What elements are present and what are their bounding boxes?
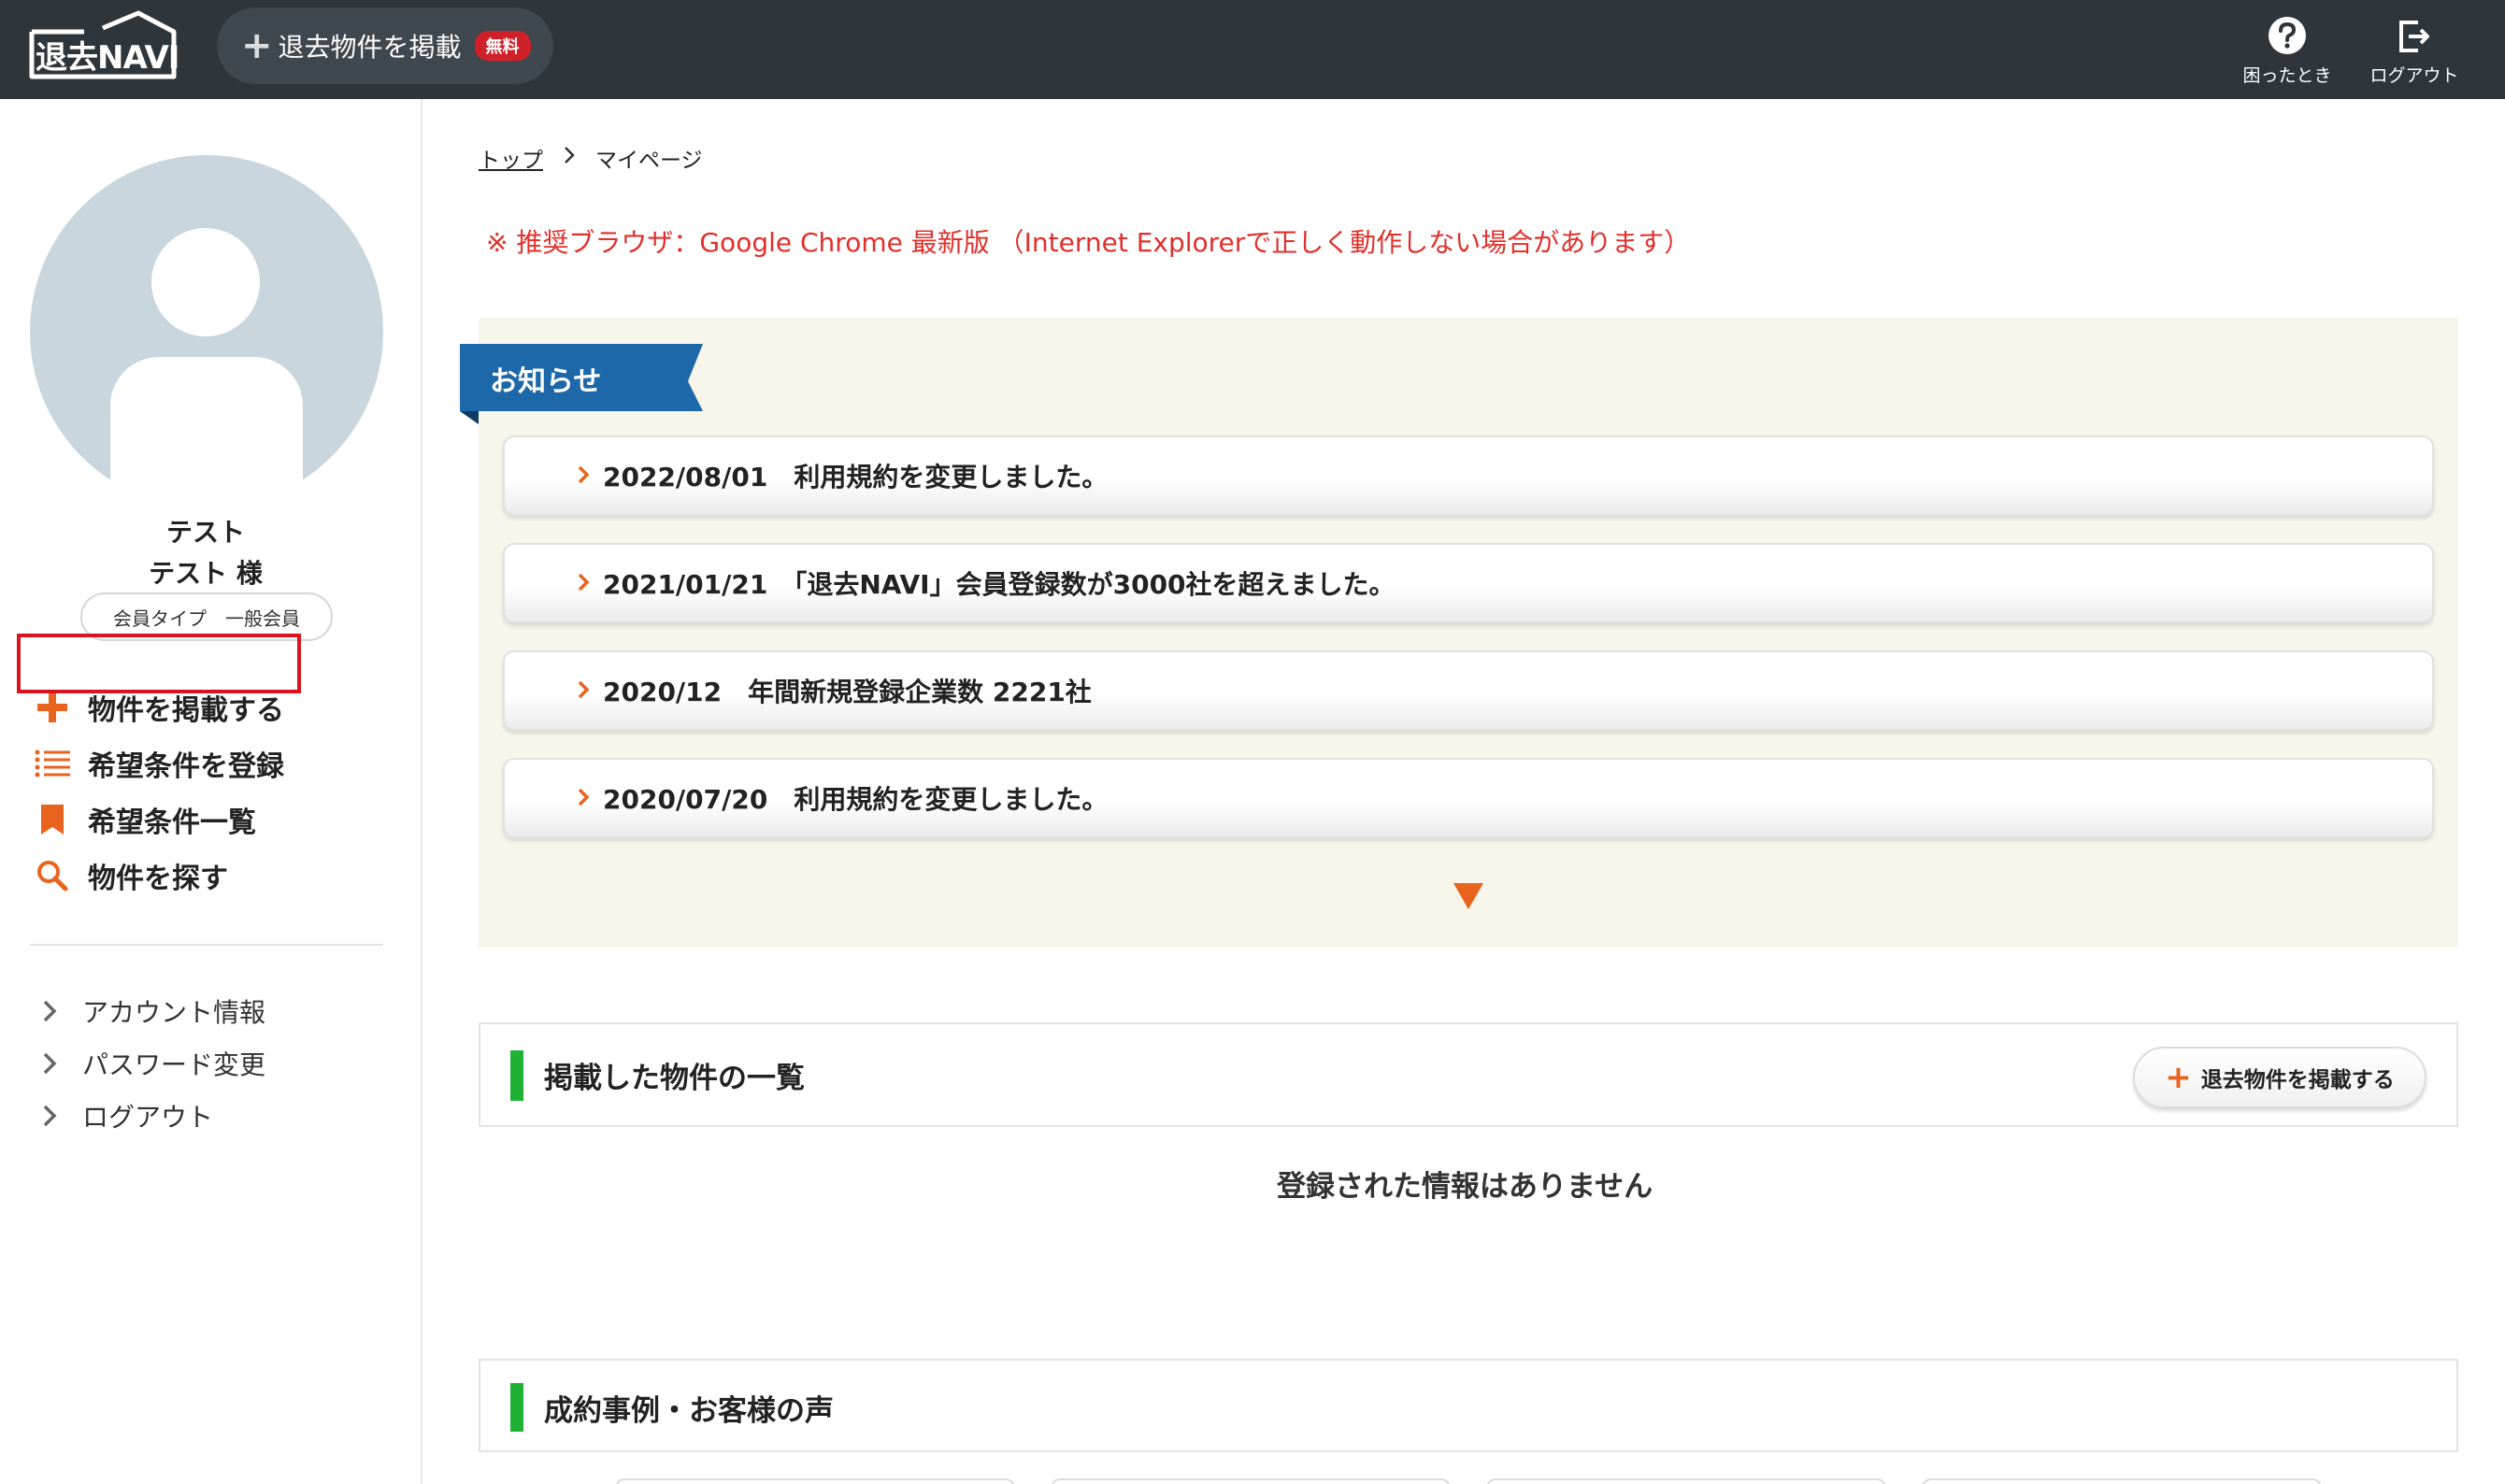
sidebar-divider: [30, 944, 383, 946]
help-button[interactable]: 困ったとき: [2231, 9, 2343, 90]
user-name-line1: テスト: [165, 517, 245, 548]
logout-label: ログアウト: [2369, 65, 2459, 86]
news-item[interactable]: 2020/07/20 利用規約を変更しました。: [503, 758, 2434, 838]
site-logo[interactable]: 退去NAVI: [28, 9, 181, 82]
news-title: お知らせ: [490, 365, 602, 398]
breadcrumb-current: マイページ: [595, 149, 703, 173]
avatar-head-shape: [151, 228, 260, 336]
search-icon: [37, 861, 68, 892]
news-item-text: 2020/07/20 利用規約を変更しました。: [603, 784, 1109, 815]
breadcrumb-top-link[interactable]: トップ: [479, 142, 543, 174]
news-item[interactable]: 2022/08/01 利用規約を変更しました。: [503, 435, 2434, 516]
chevron-right-icon: [540, 645, 590, 737]
news-section: [479, 318, 2458, 948]
news-item-text: 2022/08/01 利用規約を変更しました。: [603, 462, 1109, 492]
chevron-right-icon: [43, 1052, 57, 1075]
breadcrumb-chevron-icon: [564, 146, 575, 170]
cases-panel: 成約事例・お客様の声: [479, 1359, 2458, 1452]
sidebar-item-label: ログアウト: [82, 1102, 214, 1133]
cases-title: 成約事例・お客様の声: [544, 1394, 834, 1428]
chevron-right-icon: [43, 1105, 57, 1127]
help-label: 困ったとき: [2242, 65, 2332, 86]
sidebar-item-search-property[interactable]: 物件を探す: [34, 852, 228, 899]
news-item[interactable]: 2020/12 年間新規登録企業数 2221社: [503, 650, 2434, 731]
logo-text: 退去NAVI: [36, 39, 179, 77]
news-item-text: 2021/01/21 「退去NAVI」会員登録数が3000社を超えました。: [603, 569, 1396, 600]
listings-title: 掲載した物件の一覧: [544, 1062, 805, 1095]
list-icon: [35, 749, 70, 778]
chevron-right-icon: [540, 537, 590, 630]
case-card[interactable]: [615, 1478, 1015, 1484]
empty-listings-message: 登録された情報はありません: [1277, 1170, 1653, 1204]
sidebar-item-label: パスワード変更: [82, 1049, 266, 1080]
sidebar-item-change-password[interactable]: パスワード変更: [41, 1043, 265, 1084]
plus-icon: [37, 692, 67, 722]
post-property-button[interactable]: + 退去物件を掲載する: [2133, 1047, 2426, 1108]
sidebar-item-account-info[interactable]: アカウント情報: [41, 991, 265, 1032]
chevron-right-icon: [43, 1000, 57, 1022]
bookmark-icon: [41, 805, 64, 835]
chevron-right-icon: [540, 430, 590, 522]
top-header: 退去NAVI + 退去物件を掲載 無料 困ったとき ログアウト: [0, 0, 2505, 99]
case-card[interactable]: [1922, 1478, 2322, 1484]
case-card[interactable]: [1486, 1478, 1886, 1484]
sidebar-item-label: 希望条件を登録: [88, 750, 284, 783]
section-accent-bar: [510, 1050, 523, 1101]
sidebar-item-label: 希望条件一覧: [88, 806, 256, 839]
sidebar-item-logout[interactable]: ログアウト: [41, 1095, 213, 1136]
sidebar-item-register-conditions[interactable]: 希望条件を登録: [34, 740, 284, 787]
breadcrumb: トップ マイページ: [479, 142, 703, 174]
browser-notice: ※ 推奨ブラウザ：Google Chrome 最新版 （Internet Exp…: [486, 227, 1691, 258]
show-more-triangle-icon[interactable]: [1453, 883, 1483, 909]
plus-icon: +: [2165, 1059, 2192, 1096]
logout-icon: [2399, 21, 2429, 52]
chevron-right-icon: [540, 752, 590, 845]
help-question-icon: [2269, 17, 2306, 54]
section-accent-bar: [510, 1383, 523, 1432]
avatar-body-shape: [110, 357, 303, 508]
highlight-box: [17, 634, 301, 693]
avatar: [30, 155, 383, 508]
header-post-label: 退去物件を掲載: [278, 32, 462, 63]
sidebar-item-label: アカウント情報: [82, 997, 266, 1028]
case-card[interactable]: [1051, 1478, 1451, 1484]
header-post-property-button[interactable]: + 退去物件を掲載 無料: [217, 7, 553, 84]
free-badge: 無料: [474, 31, 531, 61]
header-logout-button[interactable]: ログアウト: [2358, 9, 2470, 90]
news-item-text: 2020/12 年間新規登録企業数 2221社: [603, 677, 1092, 707]
plus-icon: +: [241, 24, 273, 67]
post-property-label: 退去物件を掲載する: [2200, 1068, 2395, 1092]
ribbon-fold-shape: [460, 411, 479, 424]
user-name-line2: テスト 様: [149, 558, 263, 589]
news-item[interactable]: 2021/01/21 「退去NAVI」会員登録数が3000社を超えました。: [503, 543, 2434, 623]
sidebar-item-conditions-list[interactable]: 希望条件一覧: [34, 796, 256, 843]
sidebar-item-label: 物件を探す: [88, 863, 228, 895]
